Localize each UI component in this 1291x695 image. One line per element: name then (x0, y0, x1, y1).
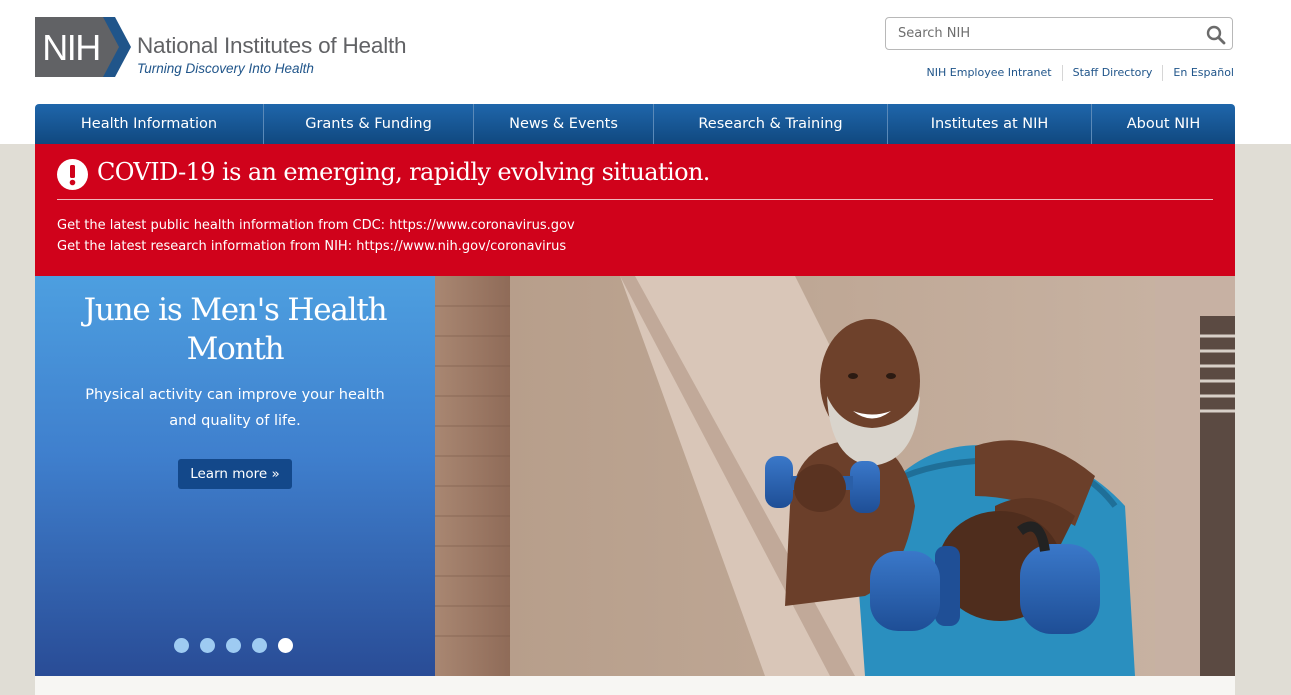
hero-panel: June is Men's Health Month Physical acti… (35, 276, 435, 676)
search-icon[interactable] (1206, 25, 1226, 45)
exclamation-icon (57, 159, 88, 190)
link-en-espanol[interactable]: En Español (1162, 65, 1234, 81)
hero-description: Physical activity can improve your healt… (85, 387, 385, 429)
nav-grants-funding[interactable]: Grants & Funding (264, 104, 474, 144)
nav-research-training[interactable]: Research & Training (654, 104, 888, 144)
nav-news-events[interactable]: News & Events (474, 104, 654, 144)
search-input[interactable] (886, 18, 1196, 49)
search-box (885, 17, 1233, 50)
content-strip (35, 676, 1235, 695)
main-nav: Health Information Grants & Funding News… (35, 104, 1235, 144)
hero-title: June is Men's Health Month (83, 292, 388, 367)
carousel-dot[interactable] (200, 638, 215, 653)
nav-health-information[interactable]: Health Information (35, 104, 264, 144)
nav-about-nih[interactable]: About NIH (1092, 104, 1235, 144)
carousel-dots (174, 638, 304, 653)
org-name: National Institutes of Health (137, 33, 407, 58)
nav-institutes[interactable]: Institutes at NIH (888, 104, 1092, 144)
carousel-dot[interactable] (174, 638, 189, 653)
link-staff-directory[interactable]: Staff Directory (1061, 65, 1163, 81)
alert-nih-line[interactable]: Get the latest research information from… (57, 239, 566, 254)
nih-logo-mark: NIH (35, 17, 131, 77)
tagline: Turning Discovery Into Health (137, 61, 314, 76)
link-employee-intranet[interactable]: NIH Employee Intranet (917, 65, 1062, 81)
covid-alert-banner: COVID-19 is an emerging, rapidly evolvin… (35, 144, 1235, 276)
logo-text: NIH (42, 27, 100, 68)
alert-divider (57, 199, 1213, 200)
nih-logo[interactable]: NIH National Institutes of Health Turnin… (35, 17, 435, 77)
hero-photo-illustration (435, 276, 1235, 676)
hero-image (435, 276, 1235, 676)
carousel-dot[interactable] (252, 638, 267, 653)
carousel-dot[interactable] (226, 638, 241, 653)
carousel-dot-active[interactable] (278, 638, 293, 653)
learn-more-button[interactable]: Learn more » (178, 459, 292, 489)
utility-links: NIH Employee Intranet Staff Directory En… (917, 65, 1234, 81)
alert-cdc-line[interactable]: Get the latest public health information… (57, 218, 575, 233)
alert-title: COVID-19 is an emerging, rapidly evolvin… (97, 158, 710, 186)
